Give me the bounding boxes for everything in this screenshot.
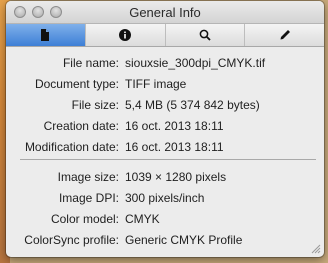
info-value: 5,4 MB (5 374 842 bytes)	[125, 98, 260, 112]
info-label: Image DPI:	[58, 191, 119, 205]
info-value: 300 pixels/inch	[125, 191, 205, 205]
info-label: File name:	[62, 56, 119, 70]
tab-annotations[interactable]	[245, 24, 324, 46]
info-label: Image size:	[57, 170, 119, 184]
info-label: Color model:	[50, 212, 119, 226]
info-row-file-size: File size: 5,4 MB (5 374 842 bytes)	[6, 98, 324, 116]
tab-search[interactable]	[166, 24, 246, 46]
general-info-window: General Info File name: siouxsie_300dpi_…	[6, 1, 324, 257]
info-panel: File name: siouxsie_300dpi_CMYK.tif Docu…	[6, 47, 324, 257]
pen-icon	[280, 30, 290, 40]
resize-grip-icon[interactable]	[311, 244, 321, 254]
info-row-modification-date: Modification date: 16 oct. 2013 18:11	[6, 140, 324, 158]
info-row-image-size: Image size: 1039 × 1280 pixels	[6, 170, 324, 188]
info-label: ColorSync profile:	[24, 233, 119, 247]
magnifier-icon	[199, 29, 211, 41]
info-row-color-model: Color model: CMYK	[6, 212, 324, 230]
info-value: 16 oct. 2013 18:11	[125, 140, 224, 154]
info-value: TIFF image	[125, 77, 187, 91]
inspector-toolbar	[6, 24, 324, 47]
info-value: Generic CMYK Profile	[125, 233, 243, 247]
document-icon	[41, 29, 50, 41]
info-value: 1039 × 1280 pixels	[125, 170, 227, 184]
info-row-creation-date: Creation date: 16 oct. 2013 18:11	[6, 119, 324, 137]
tab-general-info[interactable]	[6, 24, 86, 46]
info-row-file-name: File name: siouxsie_300dpi_CMYK.tif	[6, 56, 324, 74]
info-value: 16 oct. 2013 18:11	[125, 119, 224, 133]
info-icon	[119, 29, 132, 41]
info-label: File size:	[71, 98, 119, 112]
info-label: Creation date:	[43, 119, 119, 133]
title-bar[interactable]: General Info	[6, 1, 324, 24]
info-label: Document type:	[34, 77, 119, 91]
info-value: CMYK	[125, 212, 160, 226]
info-row-colorsync-profile: ColorSync profile: Generic CMYK Profile	[6, 233, 324, 251]
info-row-image-dpi: Image DPI: 300 pixels/inch	[6, 191, 324, 209]
info-label: Modification date:	[24, 140, 119, 154]
info-value: siouxsie_300dpi_CMYK.tif	[125, 56, 266, 70]
info-row-document-type: Document type: TIFF image	[6, 77, 324, 95]
window-title: General Info	[129, 5, 201, 20]
tab-more-info[interactable]	[86, 24, 166, 46]
section-divider	[20, 159, 316, 160]
